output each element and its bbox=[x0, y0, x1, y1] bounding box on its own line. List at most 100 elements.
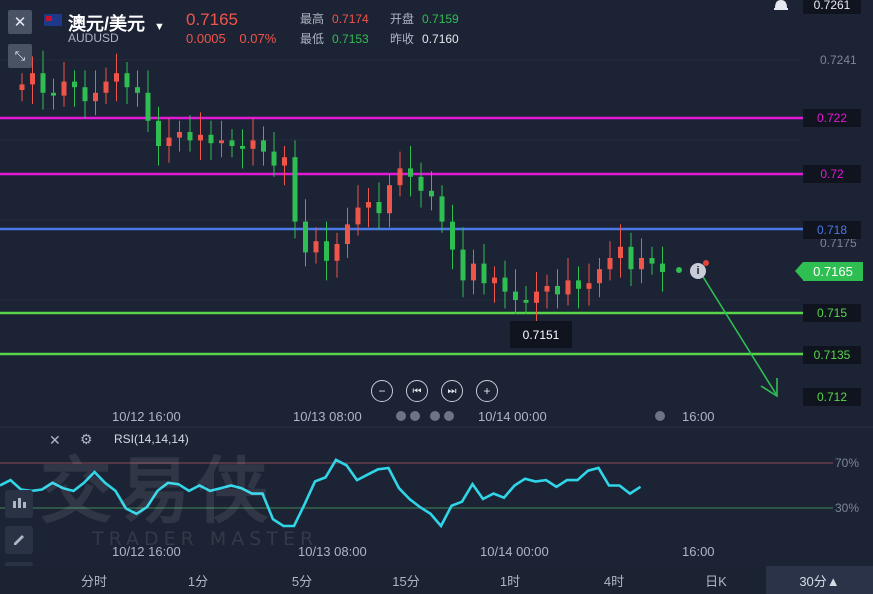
zoom-in-button[interactable]: + bbox=[476, 380, 498, 402]
candle-body bbox=[366, 202, 371, 208]
close-indicator-icon[interactable]: ✕ bbox=[49, 432, 61, 449]
candle-body bbox=[618, 246, 623, 258]
event-marker[interactable] bbox=[654, 409, 666, 421]
candle-body bbox=[219, 140, 224, 144]
last-price-dot bbox=[676, 267, 682, 273]
tab-daily[interactable]: 日K bbox=[666, 566, 766, 594]
level-tag-0715: 0.715 bbox=[803, 304, 861, 322]
rsi-label: RSI(14,14,14) bbox=[114, 432, 189, 446]
indicator-tool-button[interactable] bbox=[5, 490, 33, 518]
scroll-end-button[interactable]: ⏭ bbox=[441, 380, 463, 402]
candle-body bbox=[166, 137, 172, 146]
tab-5min[interactable]: 5分 bbox=[250, 566, 354, 594]
au-flag-icon bbox=[44, 14, 62, 26]
candle-body bbox=[534, 291, 539, 303]
draw-tool-button[interactable] bbox=[5, 526, 33, 554]
candle-body bbox=[40, 73, 46, 93]
candle-body bbox=[376, 202, 382, 214]
forecast-arrow-line bbox=[699, 271, 777, 395]
axis-top-value: 0.7261 bbox=[803, 0, 861, 14]
rsi-level-low: 30% bbox=[835, 501, 860, 515]
scroll-start-button[interactable]: ⏮ bbox=[406, 380, 428, 402]
stat-open-value: 0.7159 bbox=[422, 12, 459, 26]
candle-body bbox=[492, 277, 497, 284]
candle-body bbox=[177, 132, 182, 138]
minus-icon: − bbox=[378, 384, 386, 398]
candle-body bbox=[72, 81, 77, 88]
candle-body bbox=[597, 269, 602, 284]
candle-body bbox=[555, 286, 560, 295]
dropdown-caret-icon: ▼ bbox=[154, 21, 165, 33]
candle-body bbox=[586, 283, 592, 289]
candle-body bbox=[124, 73, 130, 88]
time-tick: 10/14 00:00 bbox=[478, 409, 547, 424]
candle-body bbox=[303, 221, 308, 253]
candle-body bbox=[135, 87, 140, 93]
candle-body bbox=[30, 73, 35, 85]
candle-body bbox=[240, 146, 245, 149]
tab-timeshare[interactable]: 分时 bbox=[42, 566, 146, 594]
stat-prev-close: 昨收 0.7160 bbox=[390, 30, 459, 47]
tab-1min[interactable]: 1分 bbox=[146, 566, 250, 594]
rsi-time-tick: 16:00 bbox=[682, 544, 715, 559]
level-tag-072: 0.72 bbox=[803, 165, 861, 183]
candle-body bbox=[345, 224, 350, 244]
low-price-label: 0.7151 bbox=[510, 321, 572, 348]
rsi-level-high: 70% bbox=[835, 456, 860, 470]
indicator-settings-icon[interactable]: ⚙ bbox=[80, 431, 93, 448]
candle-body bbox=[292, 157, 298, 222]
candle-body bbox=[324, 241, 329, 261]
rsi-time-tick: 10/12 16:00 bbox=[112, 544, 181, 559]
collapse-button[interactable]: ⤡ bbox=[8, 44, 32, 68]
candle-body bbox=[93, 92, 98, 102]
close-icon: ✕ bbox=[13, 14, 27, 31]
candle-body bbox=[250, 140, 256, 149]
candle-body bbox=[418, 176, 424, 191]
info-alert-dot bbox=[703, 260, 709, 266]
candle-body bbox=[145, 92, 151, 121]
stat-low: 最低 0.7153 bbox=[300, 30, 369, 47]
stat-low-value: 0.7153 bbox=[332, 32, 369, 46]
candle-body bbox=[198, 134, 203, 141]
skip-forward-icon: ⏭ bbox=[447, 385, 457, 397]
tabs-spacer bbox=[0, 566, 42, 594]
candle-body bbox=[187, 132, 193, 141]
candle-body bbox=[639, 258, 644, 270]
candle-body bbox=[282, 157, 287, 166]
candle-body bbox=[271, 151, 277, 166]
candle-body bbox=[156, 120, 161, 146]
event-markers[interactable] bbox=[395, 409, 465, 421]
candle-body bbox=[481, 263, 487, 284]
stat-high-value: 0.7174 bbox=[332, 12, 369, 26]
instrument-code: AUDUSD bbox=[68, 31, 119, 45]
candles-icon bbox=[13, 498, 26, 508]
candle-body bbox=[387, 185, 392, 214]
stat-high: 最高 0.7174 bbox=[300, 10, 369, 27]
candle-body bbox=[313, 241, 319, 253]
stat-open: 开盘 0.7159 bbox=[390, 10, 459, 27]
tab-15min[interactable]: 15分 bbox=[354, 566, 458, 594]
level-tag-0718: 0.718 bbox=[803, 221, 861, 239]
candle-body bbox=[565, 280, 571, 295]
price-change: 0.0005 0.07% bbox=[186, 31, 276, 46]
candle-body bbox=[471, 263, 476, 281]
time-tick: 10/13 08:00 bbox=[293, 409, 362, 424]
rsi-time-tick: 10/13 08:00 bbox=[298, 544, 367, 559]
tab-4hour[interactable]: 4时 bbox=[562, 566, 666, 594]
candle-body bbox=[576, 280, 581, 289]
candle-body bbox=[523, 300, 529, 303]
last-price: 0.7165 bbox=[186, 10, 238, 29]
candle-body bbox=[408, 168, 413, 177]
alert-bell-icon[interactable] bbox=[772, 0, 790, 12]
level-tag-07135: 0.7135 bbox=[803, 346, 861, 364]
stat-low-label: 最低 bbox=[300, 32, 325, 46]
candle-body bbox=[397, 168, 403, 186]
close-button[interactable]: ✕ bbox=[8, 10, 32, 34]
tab-30min[interactable]: 30分▲ bbox=[766, 566, 873, 594]
zoom-out-button[interactable]: − bbox=[371, 380, 393, 402]
current-price-tag: 0.7165 bbox=[795, 262, 863, 281]
watermark-title: 交易侠 bbox=[40, 449, 275, 533]
stat-high-label: 最高 bbox=[300, 12, 325, 26]
tab-1hour[interactable]: 1时 bbox=[458, 566, 562, 594]
candle-body bbox=[61, 81, 67, 96]
